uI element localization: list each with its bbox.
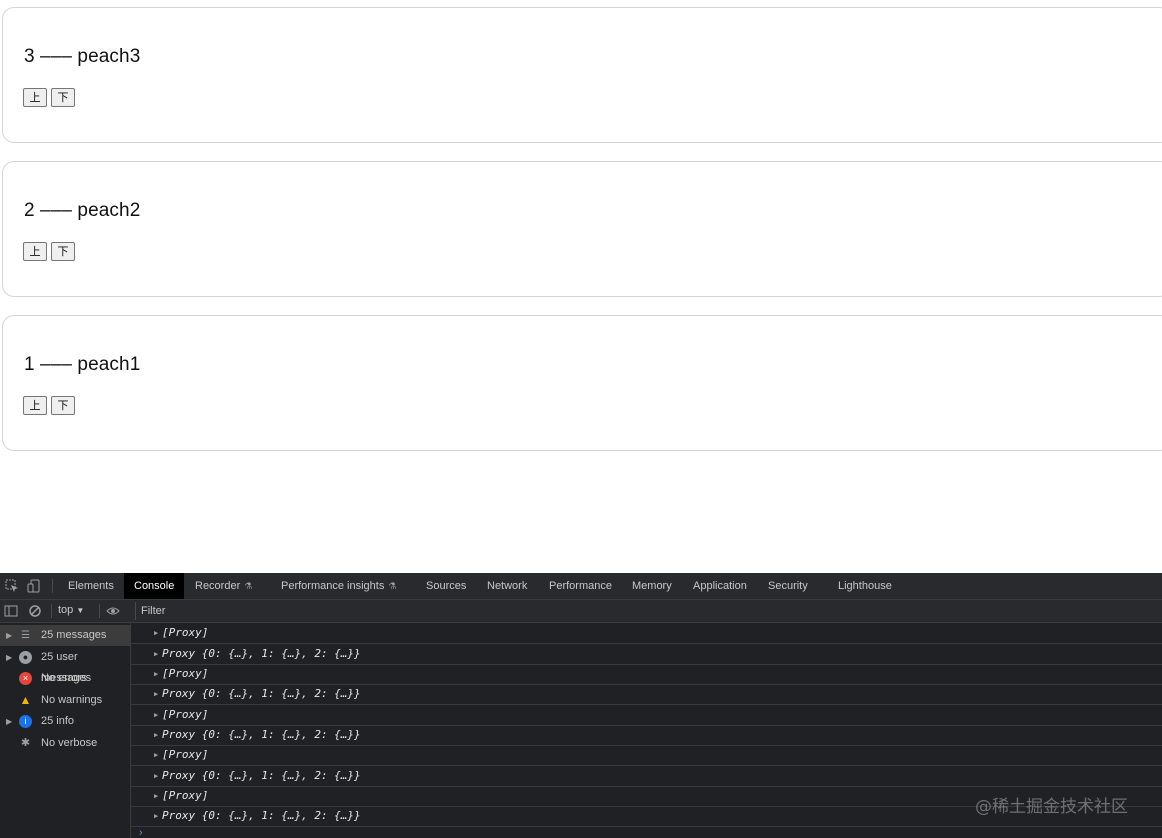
log-entry[interactable]: ▶ Proxy {0: {…}, 1: {…}, 2: {…}} <box>131 644 1162 665</box>
card-title: 3 ––– peach3 <box>24 46 141 67</box>
card-title: 1 ––– peach1 <box>24 354 141 375</box>
divider <box>99 604 100 618</box>
sidebar-item-label: No errors <box>41 672 87 684</box>
sidebar-toggle-icon[interactable] <box>4 604 18 618</box>
move-up-button[interactable]: 上 <box>23 396 47 415</box>
expand-arrow-icon[interactable]: ▶ <box>6 625 12 646</box>
divider <box>52 579 53 593</box>
move-down-button[interactable]: 下 <box>51 242 75 261</box>
watermark: @稀土掘金技术社区 <box>975 797 1128 817</box>
sidebar-item-verbose[interactable]: ✱ No verbose <box>0 733 130 754</box>
log-text: Proxy {0: {…}, 1: {…}, 2: {…}} <box>162 687 361 700</box>
card-title: 2 ––– peach2 <box>24 200 141 221</box>
sidebar-item-info[interactable]: ▶ i 25 info <box>0 711 130 732</box>
console-prompt-icon[interactable]: › <box>139 827 143 838</box>
sidebar-item-label: 25 messages <box>41 629 107 641</box>
expand-triangle-icon[interactable]: ▶ <box>154 766 158 786</box>
log-text: [Proxy] <box>162 667 209 680</box>
tab-lighthouse[interactable]: Lighthouse <box>828 573 902 599</box>
tab-memory[interactable]: Memory <box>622 573 682 599</box>
devtools-tabbar: Elements Console Recorder ⚗ Performance i… <box>0 573 1162 600</box>
tab-console[interactable]: Console <box>124 573 185 599</box>
dropdown-arrow-icon: ▼ <box>76 606 85 615</box>
sidebar-item-errors[interactable]: × No errors <box>0 668 130 689</box>
expand-triangle-icon[interactable]: ▶ <box>154 664 158 684</box>
expand-arrow-icon[interactable]: ▶ <box>6 711 12 732</box>
user-icon: ● <box>19 651 32 664</box>
warning-icon: ▲ <box>19 693 32 707</box>
inspect-element-icon[interactable] <box>5 579 19 593</box>
tab-security[interactable]: Security <box>758 573 818 599</box>
console-sidebar: ▶ ☰ 25 messages ▶ ● 25 user messages × N… <box>0 623 131 838</box>
move-up-button[interactable]: 上 <box>23 242 47 261</box>
log-entry[interactable]: ▶ [Proxy] <box>131 664 1162 685</box>
tab-performance-insights[interactable]: Performance insights ⚗ <box>271 573 406 599</box>
move-up-button[interactable]: 上 <box>23 88 47 107</box>
move-down-button[interactable]: 下 <box>51 396 75 415</box>
sidebar-item-user-messages[interactable]: ▶ ● 25 user messages <box>0 647 130 684</box>
filter-input[interactable]: Filter <box>135 602 1162 620</box>
device-toolbar-icon[interactable] <box>27 579 41 593</box>
expand-triangle-icon[interactable]: ▶ <box>154 745 158 765</box>
tab-elements[interactable]: Elements <box>58 573 124 599</box>
log-text: [Proxy] <box>162 748 209 761</box>
sidebar-item-warnings[interactable]: ▲ No warnings <box>0 690 130 711</box>
expand-triangle-icon[interactable]: ▶ <box>154 786 158 806</box>
log-entry[interactable]: ▶ [Proxy] <box>131 623 1162 644</box>
context-selector[interactable]: top ▼ <box>58 604 84 616</box>
expand-triangle-icon[interactable]: ▶ <box>154 705 158 725</box>
log-entry[interactable]: ▶ [Proxy] <box>131 705 1162 726</box>
sidebar-item-label: No verbose <box>41 737 98 749</box>
context-label: top <box>58 604 74 616</box>
log-entry[interactable]: ▶ [Proxy] <box>131 745 1162 766</box>
divider <box>51 604 52 618</box>
tab-network[interactable]: Network <box>477 573 537 599</box>
flask-icon: ⚗ <box>244 581 253 591</box>
tab-label: Recorder <box>195 580 241 592</box>
sidebar-item-label: 25 info <box>41 715 75 727</box>
log-text: [Proxy] <box>162 789 209 802</box>
filter-placeholder: Filter <box>141 605 166 617</box>
move-down-button[interactable]: 下 <box>51 88 75 107</box>
expand-triangle-icon[interactable]: ▶ <box>154 623 158 643</box>
flask-icon: ⚗ <box>388 581 397 591</box>
expand-arrow-icon[interactable]: ▶ <box>6 647 12 668</box>
eye-icon[interactable] <box>106 604 120 618</box>
expand-triangle-icon[interactable]: ▶ <box>154 725 158 745</box>
expand-triangle-icon[interactable]: ▶ <box>154 644 158 664</box>
expand-triangle-icon[interactable]: ▶ <box>154 806 158 826</box>
console-toolbar: top ▼ Filter <box>0 600 1162 623</box>
log-entry[interactable]: ▶ Proxy {0: {…}, 1: {…}, 2: {…}} <box>131 684 1162 705</box>
tab-recorder[interactable]: Recorder ⚗ <box>185 573 262 599</box>
card-peach1: 1 ––– peach1 上 下 <box>2 315 1162 451</box>
info-icon: i <box>19 715 32 728</box>
card-peach2: 2 ––– peach2 上 下 <box>2 161 1162 297</box>
card-list: 3 ––– peach3 上 下 2 ––– peach2 上 下 1 ––– … <box>0 0 1162 573</box>
sidebar-item-label: No warnings <box>41 694 103 706</box>
tab-performance[interactable]: Performance <box>539 573 622 599</box>
log-text: Proxy {0: {…}, 1: {…}, 2: {…}} <box>162 647 361 660</box>
log-text: [Proxy] <box>162 626 209 639</box>
log-text: Proxy {0: {…}, 1: {…}, 2: {…}} <box>162 809 361 822</box>
clear-console-icon[interactable] <box>28 604 42 618</box>
list-icon: ☰ <box>21 630 30 641</box>
card-peach3: 3 ––– peach3 上 下 <box>2 7 1162 143</box>
log-text: Proxy {0: {…}, 1: {…}, 2: {…}} <box>162 769 361 782</box>
log-entry[interactable]: ▶ Proxy {0: {…}, 1: {…}, 2: {…}} <box>131 725 1162 746</box>
tab-application[interactable]: Application <box>683 573 757 599</box>
sidebar-item-messages[interactable]: ▶ ☰ 25 messages <box>0 625 130 646</box>
bug-icon: ✱ <box>20 737 31 749</box>
log-text: [Proxy] <box>162 708 209 721</box>
log-text: Proxy {0: {…}, 1: {…}, 2: {…}} <box>162 728 361 741</box>
log-entry[interactable]: ▶ Proxy {0: {…}, 1: {…}, 2: {…}} <box>131 766 1162 787</box>
expand-triangle-icon[interactable]: ▶ <box>154 684 158 704</box>
tab-label: Performance insights <box>281 580 385 592</box>
error-icon: × <box>19 672 32 685</box>
tab-sources[interactable]: Sources <box>416 573 476 599</box>
